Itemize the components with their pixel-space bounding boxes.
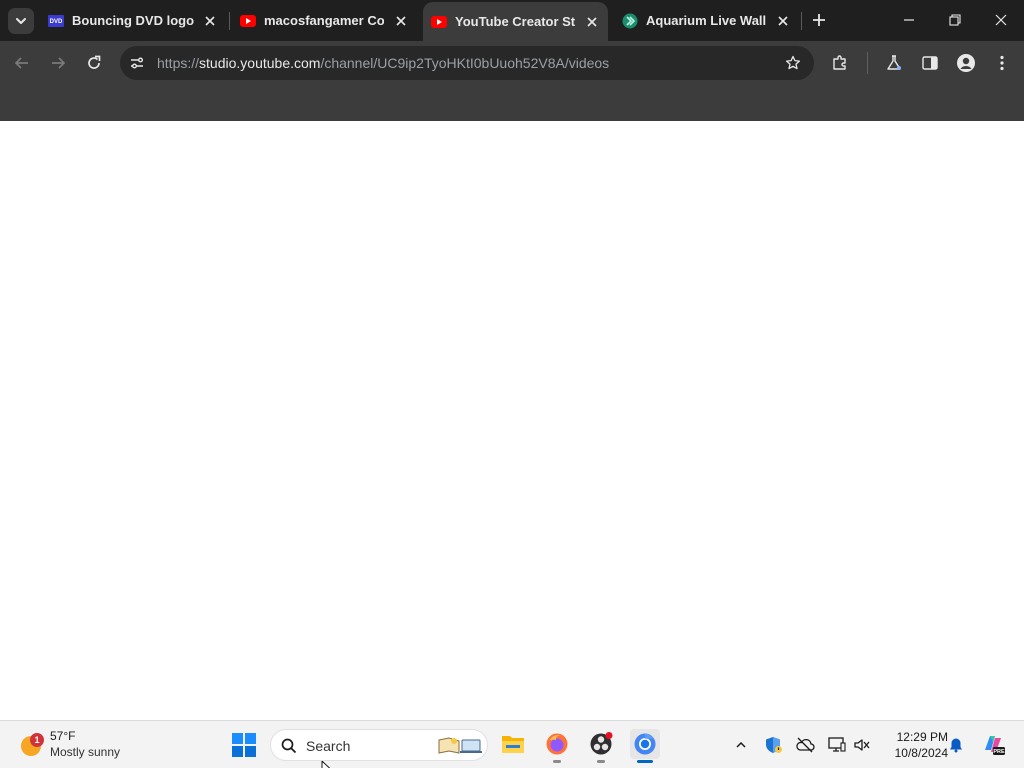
tab-separator bbox=[801, 12, 802, 30]
taskbar-clock[interactable]: 12:29 PM 10/8/2024 bbox=[878, 729, 948, 761]
close-tab-icon[interactable] bbox=[584, 14, 600, 30]
url-path: /channel/UC9ip2TyoHKtI0bUuoh52V8A/videos bbox=[320, 55, 610, 71]
bell-icon bbox=[950, 738, 962, 753]
youtube-icon bbox=[431, 14, 447, 30]
running-indicator bbox=[597, 760, 605, 763]
weather-temperature: 57°F bbox=[50, 729, 76, 743]
svg-text:DVD: DVD bbox=[50, 19, 63, 25]
taskbar-search[interactable]: Search bbox=[270, 729, 488, 761]
page-content bbox=[0, 121, 1024, 720]
url-text: https://studio.youtube.com/channel/UC9ip… bbox=[157, 55, 609, 71]
bookmark-star-icon[interactable] bbox=[784, 54, 802, 72]
url-scheme: https:// bbox=[157, 55, 200, 71]
toolbar-separator bbox=[867, 52, 868, 74]
tab-title: YouTube Creator Studi bbox=[455, 14, 575, 29]
weather-condition: Mostly sunny bbox=[50, 745, 121, 759]
obs-button[interactable] bbox=[586, 729, 616, 763]
copilot-button[interactable]: PRE bbox=[980, 731, 1006, 757]
tab-search-button[interactable] bbox=[8, 8, 34, 34]
side-panel-icon[interactable] bbox=[919, 52, 941, 74]
tab-title: macosfangamer Colla bbox=[264, 13, 384, 28]
profile-avatar-icon[interactable] bbox=[955, 52, 977, 74]
chrome-button[interactable] bbox=[630, 729, 660, 763]
tab-title: Bouncing DVD logo bbox=[72, 13, 195, 28]
plus-icon bbox=[813, 14, 825, 26]
close-tab-icon[interactable] bbox=[202, 13, 218, 29]
arrow-left-icon bbox=[14, 57, 28, 69]
notification-center-button[interactable] bbox=[946, 735, 966, 755]
copilot-icon: PRE bbox=[985, 736, 1005, 755]
weather-widget[interactable]: 1 57°F Mostly sunny bbox=[18, 727, 168, 763]
address-bar[interactable]: https://studio.youtube.com/channel/UC9ip… bbox=[120, 46, 814, 80]
network-tray-button[interactable] bbox=[827, 735, 847, 755]
running-indicator bbox=[637, 760, 653, 763]
defender-tray-button[interactable] bbox=[763, 735, 783, 755]
onedrive-offline-icon bbox=[796, 737, 815, 753]
screen: DVD Bouncing DVD logo macosfangamer Coll… bbox=[0, 0, 1024, 768]
new-tab-button[interactable] bbox=[809, 10, 829, 30]
tab-separator bbox=[229, 12, 230, 30]
tab-aquarium-live-wallpaper[interactable]: Aquarium Live Wallpa bbox=[614, 0, 800, 41]
svg-text:PRE: PRE bbox=[993, 749, 1005, 755]
firefox-icon bbox=[546, 733, 568, 755]
aquarium-app-icon bbox=[622, 13, 638, 29]
site-info-icon[interactable] bbox=[128, 54, 146, 72]
network-icon bbox=[828, 737, 846, 752]
tab-title: Aquarium Live Wallpa bbox=[646, 13, 766, 28]
tab-bouncing-dvd-logo[interactable]: DVD Bouncing DVD logo bbox=[40, 0, 228, 41]
defender-icon bbox=[766, 737, 782, 753]
show-hidden-icons-button[interactable] bbox=[731, 735, 751, 755]
chrome-icon bbox=[634, 733, 656, 755]
chevron-up-icon bbox=[736, 741, 746, 748]
browser-toolbar: https://studio.youtube.com/channel/UC9ip… bbox=[0, 41, 1024, 85]
dvd-logo-icon: DVD bbox=[48, 13, 64, 29]
close-tab-icon[interactable] bbox=[393, 13, 409, 29]
search-label: Search bbox=[306, 738, 351, 754]
bookmarks-bar bbox=[0, 85, 1024, 121]
tab-macosfangamer[interactable]: macosfangamer Colla bbox=[232, 0, 420, 41]
forward-button[interactable] bbox=[44, 49, 72, 77]
clock-time: 12:29 PM bbox=[896, 730, 948, 744]
restore-button[interactable] bbox=[940, 6, 970, 34]
restore-icon bbox=[949, 14, 961, 26]
extensions-icon[interactable] bbox=[829, 52, 851, 74]
youtube-icon bbox=[240, 13, 256, 29]
reload-button[interactable] bbox=[80, 49, 108, 77]
minimize-button[interactable] bbox=[894, 6, 924, 34]
volume-tray-button[interactable] bbox=[852, 735, 872, 755]
chrome-menu-icon[interactable] bbox=[991, 52, 1013, 74]
obs-icon bbox=[590, 732, 613, 755]
search-icon bbox=[280, 737, 298, 755]
start-button[interactable] bbox=[232, 733, 256, 757]
search-highlight-illustration-icon bbox=[438, 737, 482, 754]
tab-youtube-creator-studio[interactable]: YouTube Creator Studi bbox=[423, 2, 608, 41]
chevron-down-icon bbox=[16, 18, 26, 24]
back-button[interactable] bbox=[8, 49, 36, 77]
close-icon bbox=[995, 14, 1007, 26]
chrome-labs-icon[interactable] bbox=[883, 52, 905, 74]
notification-badge: 1 bbox=[30, 733, 44, 747]
windows-logo-icon bbox=[232, 733, 256, 757]
minimize-icon bbox=[904, 19, 914, 21]
file-explorer-button[interactable] bbox=[498, 729, 528, 759]
volume-icon bbox=[854, 739, 870, 751]
running-indicator bbox=[553, 760, 561, 763]
windows-taskbar: 1 57°F Mostly sunny Search 12:29 PM 10/8… bbox=[0, 720, 1024, 768]
reload-icon bbox=[88, 55, 101, 69]
close-window-button[interactable] bbox=[986, 6, 1016, 34]
onedrive-tray-button[interactable] bbox=[795, 735, 815, 755]
clock-date: 10/8/2024 bbox=[894, 746, 948, 760]
file-explorer-icon bbox=[502, 736, 524, 753]
mouse-cursor-icon bbox=[321, 761, 331, 768]
firefox-button[interactable] bbox=[542, 729, 572, 763]
close-tab-icon[interactable] bbox=[775, 13, 791, 29]
url-host: studio.youtube.com bbox=[199, 55, 321, 71]
tab-strip: DVD Bouncing DVD logo macosfangamer Coll… bbox=[0, 0, 1024, 41]
arrow-right-icon bbox=[52, 57, 66, 69]
